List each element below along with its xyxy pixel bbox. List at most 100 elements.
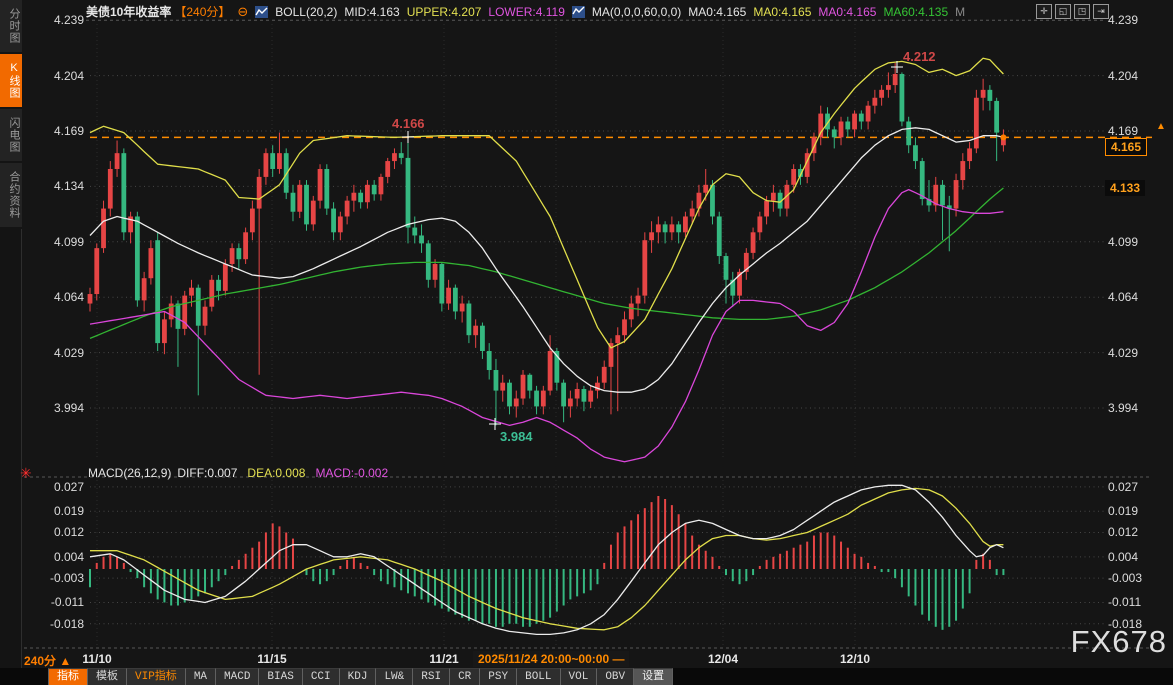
candle-body (487, 351, 492, 370)
candle-body (669, 224, 674, 232)
toolbar-tab-15[interactable]: 设置 (633, 668, 673, 685)
price-macd-chart[interactable]: 4.166 4.212 3.984 (0, 0, 1173, 685)
macd-y-label-left-1: 0.019 (28, 504, 84, 518)
candle-body (683, 216, 688, 232)
candle-body (406, 158, 411, 228)
candle-body (324, 169, 329, 209)
toolbar-tab-5[interactable]: BIAS (258, 668, 301, 685)
toolbar-tab-7[interactable]: KDJ (339, 668, 376, 685)
candle-body (345, 201, 350, 217)
toolbar-tab-3[interactable]: MA (185, 668, 215, 685)
ma-chart-icon (572, 6, 585, 18)
candle-body (176, 304, 181, 329)
macd-header: MACD(26,12,9) DIFF:0.007 DEA:0.008 MACD:… (88, 466, 388, 480)
main-y-label-left-4: 4.099 (28, 235, 84, 249)
indicator-alert-icon[interactable]: ✳ (20, 465, 32, 482)
candle-body (866, 106, 871, 122)
fx678-watermark: FX678 (1071, 624, 1167, 660)
main-y-label-right-6: 4.029 (1108, 346, 1168, 360)
x-axis-date-1: 11/15 (257, 652, 286, 666)
candle-body (534, 391, 539, 407)
toolbar-tab-13[interactable]: VOL (560, 668, 597, 685)
candle-body (365, 185, 370, 202)
toolbar-tab-11[interactable]: PSY (479, 668, 516, 685)
axis-scale-left-icon[interactable]: ◱ (1055, 4, 1071, 19)
candle-body (548, 351, 553, 391)
x-axis-date-3: 12/04 (708, 652, 738, 666)
candle-body (663, 224, 668, 232)
candle-body (216, 280, 221, 291)
candle-body (270, 153, 275, 169)
candle-body (135, 216, 140, 300)
macd-y-label-right-3: 0.004 (1108, 550, 1168, 564)
toolbar-tab-14[interactable]: OBV (596, 668, 633, 685)
sidebar-item-0[interactable]: 分时图 (0, 0, 22, 54)
swing-price-label-0: 4.166 (392, 116, 425, 131)
macd-dea-value: DEA:0.008 (247, 466, 305, 480)
toolbar-tab-0[interactable]: 指标 (48, 668, 87, 685)
macd-diff-line (90, 485, 1003, 634)
main-y-label-left-7: 3.994 (28, 401, 84, 415)
sidebar-item-3[interactable]: 合约资料 (0, 163, 22, 229)
last-price-marker (1000, 134, 1006, 140)
boll-label: BOLL(20,2) (275, 5, 337, 19)
toolbar-tab-6[interactable]: CCI (302, 668, 339, 685)
ma-label: MA(0,0,0,60,0,0) (592, 5, 681, 19)
macd-dea-line (90, 488, 1003, 629)
collapse-panel-icon[interactable]: ⇥ (1093, 4, 1109, 19)
period-selector[interactable]: 240分 ▲ (24, 652, 71, 669)
toolbar-tab-12[interactable]: BOLL (516, 668, 559, 685)
ma-m-label: M (955, 5, 965, 19)
ma0-white-value: MA0:4.165 (688, 5, 746, 19)
candle-body (900, 74, 905, 121)
selected-candle-time: 2025/11/24 20:00~00:00 — (473, 651, 629, 667)
price-up-arrow-icon: ▲ (1156, 121, 1166, 132)
candle-body (304, 185, 309, 225)
candle-body (338, 216, 343, 232)
candle-body (913, 145, 918, 161)
main-y-label-left-3: 4.134 (28, 179, 84, 193)
main-y-label-left-0: 4.239 (28, 13, 84, 27)
sidebar-item-1[interactable]: K线图 (0, 54, 22, 109)
candle-body (264, 153, 269, 177)
candle-body (717, 216, 722, 256)
candle-body (243, 232, 248, 259)
candle-body (236, 248, 241, 259)
candle-body (379, 177, 384, 194)
indicator-toolbar: 指标模板VIP指标MAMACDBIASCCIKDJLW&RSICRPSYBOLL… (48, 668, 673, 685)
candle-body (94, 248, 99, 294)
chart-tool-icons: ✛◱◳⇥ (1036, 4, 1109, 19)
candle-body (588, 391, 593, 402)
candle-body (751, 232, 756, 253)
candle-body (602, 367, 607, 383)
candle-body (494, 370, 499, 391)
main-y-label-right-5: 4.064 (1108, 290, 1168, 304)
candle-body (392, 153, 397, 161)
candle-body (446, 288, 451, 304)
candle-body (155, 240, 160, 343)
toolbar-tab-4[interactable]: MACD (215, 668, 258, 685)
collapse-indicator-icon[interactable]: ⊖ (237, 4, 248, 20)
candle-body (399, 153, 404, 158)
candle-body (690, 209, 695, 217)
pan-icon[interactable]: ✛ (1036, 4, 1052, 19)
candle-body (507, 383, 512, 407)
candle-body (351, 193, 356, 201)
sidebar-item-2[interactable]: 闪电图 (0, 109, 22, 163)
toolbar-tab-8[interactable]: LW& (375, 668, 412, 685)
toolbar-tab-1[interactable]: 模板 (87, 668, 126, 685)
axis-scale-right-icon[interactable]: ◳ (1074, 4, 1090, 19)
candle-body (920, 161, 925, 199)
candle-body (676, 224, 681, 232)
toolbar-tab-2[interactable]: VIP指标 (126, 668, 185, 685)
candle-body (318, 169, 323, 201)
candle-body (297, 185, 302, 212)
toolbar-tab-9[interactable]: RSI (412, 668, 449, 685)
swing-price-label-1: 4.212 (903, 49, 936, 64)
candle-body (757, 216, 762, 232)
candle-body (967, 148, 972, 161)
candle-body (88, 294, 93, 303)
toolbar-tab-10[interactable]: CR (449, 668, 479, 685)
swing-price-label-2: 3.984 (500, 429, 533, 444)
main-y-label-left-6: 4.029 (28, 346, 84, 360)
